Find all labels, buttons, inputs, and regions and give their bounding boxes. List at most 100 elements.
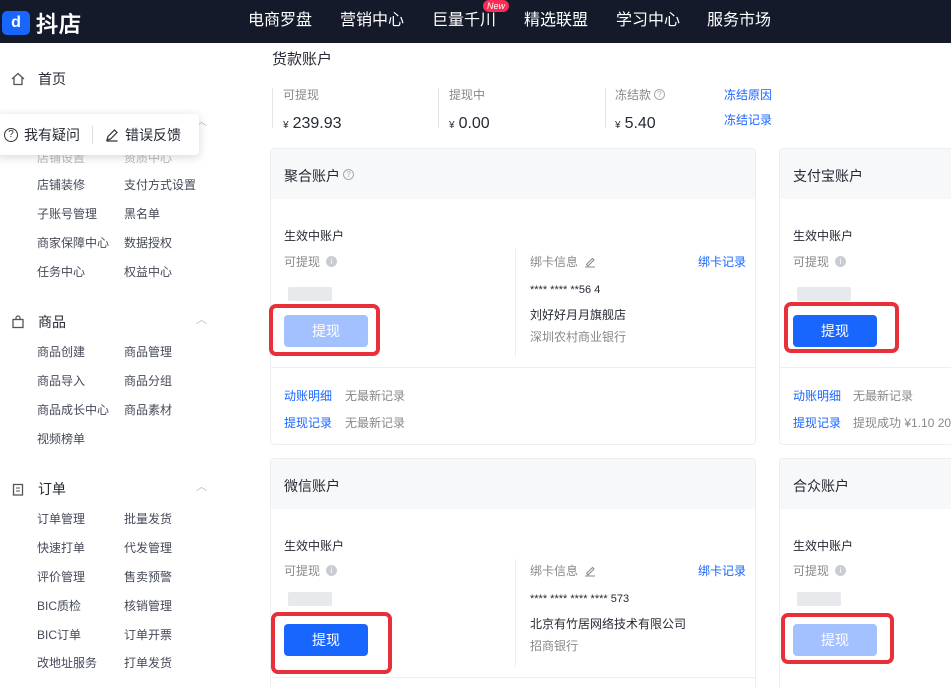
withdrawable-text: 可提现 [793, 564, 830, 578]
sidebar-item-goods-import[interactable]: 商品导入 [37, 372, 85, 389]
nav-item-service-market[interactable]: 服务市场 [707, 6, 771, 30]
sidebar-item-blacklist[interactable]: 黑名单 [124, 205, 160, 222]
sidebar-item-sales-warning[interactable]: 售卖预警 [124, 568, 172, 585]
sidebar-item-invoice[interactable]: 订单开票 [124, 626, 172, 643]
withdrawable-label: 可提现 i [793, 253, 847, 270]
sidebar-item-data-auth[interactable]: 数据授权 [124, 234, 172, 251]
card-header: 合众账户 [780, 459, 951, 509]
sidebar-item-print-ship[interactable]: 打单发货 [124, 654, 172, 671]
sidebar-item-goods-group[interactable]: 商品分组 [124, 372, 172, 389]
masked-amount [288, 592, 332, 606]
divider [271, 677, 755, 678]
info-dot-icon[interactable]: i [835, 256, 847, 267]
edit-icon[interactable] [584, 256, 596, 268]
active-account-label: 生效中账户 [793, 229, 854, 243]
logo-mark-icon: d [2, 11, 30, 35]
divider [515, 559, 516, 667]
card-header: 微信账户 [271, 459, 755, 509]
highlight-box [781, 613, 894, 664]
sidebar-section-goods[interactable]: 商品 [10, 312, 66, 332]
sidebar-item-bic-order[interactable]: BIC订单 [37, 626, 81, 643]
withdrawable-text: 可提现 [284, 255, 321, 269]
sidebar-item-goods-growth[interactable]: 商品成长中心 [37, 401, 109, 418]
info-dot-icon[interactable]: i [835, 565, 847, 576]
bag-icon [10, 314, 26, 330]
sidebar-item-goods-manage[interactable]: 商品管理 [124, 343, 172, 360]
balance-frozen-label: 冻结款 [615, 88, 652, 102]
currency-symbol: ¥ [449, 120, 455, 131]
sidebar-item-merchant-guarantee[interactable]: 商家保障中心 [37, 234, 109, 251]
withdrawable-label: 可提现 i [284, 253, 338, 270]
active-account-label: 生效中账户 [284, 229, 345, 243]
freeze-record-link[interactable]: 冻结记录 [724, 111, 772, 128]
nav-item-marketing[interactable]: 营销中心 [340, 6, 404, 30]
bind-info-label: 绑卡信息 [530, 253, 596, 270]
sidebar-item-address-service[interactable]: 改地址服务 [37, 654, 97, 671]
withdrawable-text: 可提现 [793, 255, 830, 269]
nav-item-learning[interactable]: 学习中心 [616, 6, 680, 30]
info-dot-icon[interactable]: i [326, 256, 338, 267]
divider [780, 367, 951, 368]
sidebar-item-task-center[interactable]: 任务中心 [37, 263, 85, 280]
nav-item-alliance[interactable]: 精选联盟 [524, 6, 588, 30]
balance-withdrawing-label: 提现中 [449, 88, 486, 102]
edit-icon[interactable] [584, 565, 596, 577]
clipboard-icon [10, 481, 26, 497]
masked-amount [797, 592, 841, 606]
sidebar-home[interactable]: 首页 [10, 69, 66, 89]
currency-symbol: ¥ [283, 120, 289, 131]
card-title: 合众账户 [793, 478, 849, 494]
sidebar-item-benefits[interactable]: 权益中心 [124, 263, 172, 280]
flow-detail-link[interactable]: 动账明细 [793, 387, 841, 404]
sidebar-item-dropship[interactable]: 代发管理 [124, 539, 172, 556]
sidebar-item-payment-settings[interactable]: 支付方式设置 [124, 176, 196, 193]
sidebar-section-orders[interactable]: 订单 [10, 479, 66, 499]
help-circle-icon[interactable]: ? [654, 89, 666, 100]
page-title: 货款账户 [272, 51, 333, 68]
withdraw-record-link[interactable]: 提现记录 [793, 414, 841, 431]
info-dot-icon[interactable]: i [326, 565, 338, 576]
sidebar-item-review-manage[interactable]: 评价管理 [37, 568, 85, 585]
divider [92, 125, 93, 144]
balance-withdrawable-value: 239.93 [292, 115, 342, 132]
bind-info-text: 绑卡信息 [530, 564, 579, 578]
flow-detail-link[interactable]: 动账明细 [284, 387, 332, 404]
question-button[interactable]: ? 我有疑问 [0, 125, 80, 145]
sidebar-item-store-decoration[interactable]: 店铺装修 [37, 176, 85, 193]
new-badge: New [483, 0, 510, 12]
sidebar-item-subaccount[interactable]: 子账号管理 [37, 205, 97, 222]
balance-withdrawing: 提现中 ¥0.00 [449, 86, 490, 133]
sidebar-item-verify-manage[interactable]: 核销管理 [124, 597, 172, 614]
sidebar-item-quick-print[interactable]: 快速打单 [37, 539, 85, 556]
sidebar-item-batch-ship[interactable]: 批量发货 [124, 510, 172, 527]
bind-record-link[interactable]: 绑卡记录 [698, 562, 746, 579]
flow-detail-value: 无最新记录 [853, 389, 914, 403]
edit-pen-icon [105, 128, 119, 142]
sidebar-item-video-rank[interactable]: 视频榜单 [37, 430, 85, 447]
help-circle-icon[interactable]: ? [343, 169, 354, 180]
nav-item-compass[interactable]: 电商罗盘 [248, 6, 312, 30]
card-header: 聚合账户 ? [271, 149, 755, 199]
sidebar-item-order-manage[interactable]: 订单管理 [37, 510, 85, 527]
bind-record-link[interactable]: 绑卡记录 [698, 253, 746, 270]
divider [271, 367, 755, 368]
chevron-up-icon[interactable]: ︿ [196, 311, 207, 327]
sidebar-item-goods-material[interactable]: 商品素材 [124, 401, 172, 418]
sidebar-item-goods-create[interactable]: 商品创建 [37, 343, 85, 360]
feedback-button[interactable]: 错误反馈 [105, 125, 181, 145]
withdraw-record-value: 无最新记录 [345, 416, 406, 430]
chevron-up-icon[interactable]: ︿ [196, 478, 207, 494]
sidebar-item-bic-qc[interactable]: BIC质检 [37, 597, 81, 614]
withdraw-record-link[interactable]: 提现记录 [284, 414, 332, 431]
logo[interactable]: d 抖店 [2, 7, 82, 39]
top-navigation-bar: d 抖店 电商罗盘 营销中心 巨量千川 New 精选联盟 学习中心 服务市场 [0, 0, 951, 43]
balance-frozen-value: 5.40 [624, 115, 656, 132]
highlight-box [271, 612, 392, 674]
account-holder: 北京有竹居网络技术有限公司 [530, 617, 687, 631]
question-label: 我有疑问 [24, 126, 80, 143]
withdrawable-text: 可提现 [284, 564, 321, 578]
highlight-box [269, 304, 380, 356]
sidebar-home-label: 首页 [38, 71, 66, 87]
freeze-reason-link[interactable]: 冻结原因 [724, 86, 772, 103]
active-account-label: 生效中账户 [284, 539, 345, 553]
